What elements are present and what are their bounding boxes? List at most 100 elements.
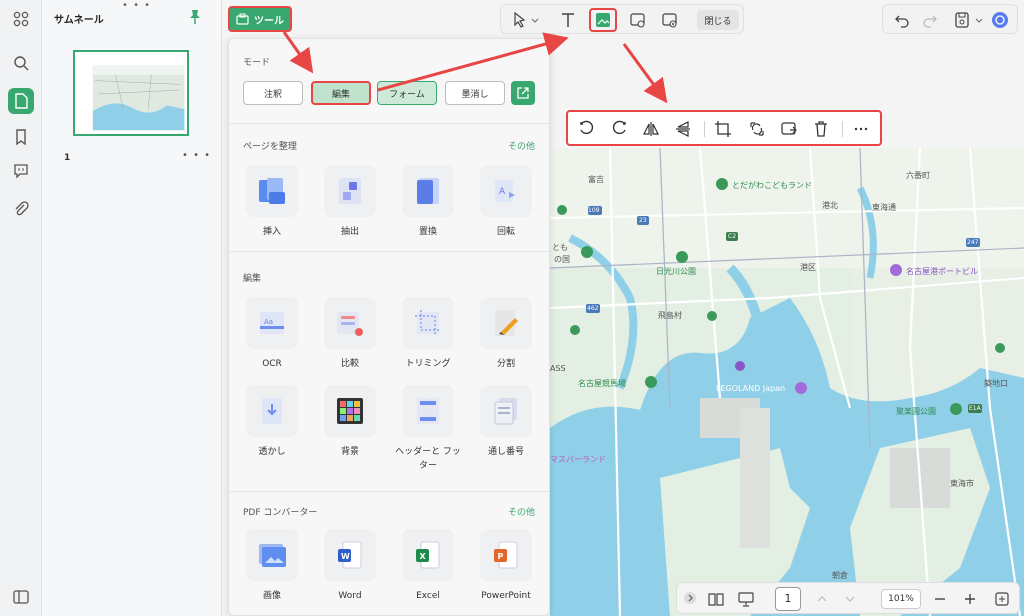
tool-ocr[interactable]: Aa OCR [235,297,309,373]
search-icon[interactable] [8,50,34,76]
map-label: LEGOLAND Japan [716,384,786,393]
road-shield: 462 [587,305,599,312]
mode-redact-button[interactable]: 墨消し [445,81,505,105]
road-shield: C2 [728,233,737,240]
bookmark-icon[interactable] [8,124,34,150]
tool-bates-numbering[interactable]: 通し番号 [469,385,543,461]
fit-page-icon[interactable] [993,590,1011,608]
tool-insert[interactable]: 挿入 [235,165,309,241]
mode-edit-button[interactable]: 編集 [311,81,371,105]
tool-trim[interactable]: トリミング [391,297,465,373]
section-divider [229,491,549,492]
road-shield: 247 [967,239,979,246]
rotate-left-icon[interactable] [578,120,596,138]
replace-pages-icon [417,178,439,204]
page-more-icon[interactable]: • • • [182,150,211,161]
convert-excel[interactable]: X Excel [391,529,465,605]
powerpoint-file-icon: P [494,541,518,569]
page-thumbnail-icon[interactable] [8,88,34,114]
delete-icon[interactable] [812,120,830,138]
rotate-right-icon[interactable] [610,120,628,138]
page-number-input[interactable]: 1 [775,587,801,611]
tool-compare[interactable]: 比較 [313,297,387,373]
convert-image[interactable]: 画像 [235,529,309,605]
export-icon [517,87,529,99]
bates-numbering-icon [494,398,517,425]
svg-text:X: X [420,552,427,561]
page-number-label: 1 [64,153,71,163]
page-thumbnail[interactable] [73,50,189,136]
flip-vertical-icon[interactable] [674,120,692,138]
extract-image-icon[interactable] [780,120,798,138]
map-label: とだがわこどもランド [732,181,812,190]
chevron-down-icon[interactable] [975,11,983,29]
mode-export-button[interactable] [511,81,535,105]
image-edit-toolbar [566,110,882,146]
text-tool-icon[interactable] [559,11,577,29]
chevron-down-icon[interactable] [841,590,859,608]
image-edit-icon [596,13,610,27]
left-rail [0,0,42,616]
organize-more-link[interactable]: その他 [508,139,535,152]
zoom-out-icon[interactable] [931,590,949,608]
mode-annotate-button[interactable]: 注釈 [243,81,303,105]
expand-right-icon[interactable] [683,591,697,605]
mode-section-title: モード [243,58,271,68]
image-link-icon[interactable] [629,11,647,29]
sidebar-toggle-icon[interactable] [8,584,34,610]
replace-image-icon[interactable] [748,120,766,138]
excel-file-icon: X [416,541,440,569]
map-label: 六番町 [906,171,930,180]
road-shield: E1A [969,405,981,412]
edit-image-tool-button[interactable] [589,8,617,32]
tool-watermark[interactable]: 透かし [235,385,309,461]
tool-background[interactable]: 背景 [313,385,387,461]
map-label: 築地口 [984,379,1008,388]
reading-mode-icon[interactable] [707,590,725,608]
pin-icon[interactable] [188,9,202,25]
bottom-navigation-bar: 1 101% [676,582,1020,614]
insert-pages-icon [259,178,285,204]
crop-icon[interactable] [714,120,732,138]
comment-search-icon[interactable] [8,158,34,184]
tool-split[interactable]: 分割 [469,297,543,373]
map-label: の国 [554,255,570,264]
zoom-level[interactable]: 101% [881,589,921,609]
presentation-icon[interactable] [737,590,755,608]
svg-text:W: W [341,552,350,561]
convert-word[interactable]: W Word [313,529,387,605]
tool-header-footer[interactable]: ヘッダーと フッター [391,385,465,471]
trim-icon [415,310,441,336]
save-icon[interactable] [953,11,971,29]
organize-section-title: ページを整理 [243,142,297,152]
top-toolbar: 閉じる [500,4,744,34]
grid-apps-icon[interactable] [8,6,34,32]
chevron-down-icon[interactable] [531,11,539,29]
tools-button[interactable]: ツール [228,6,292,32]
undo-icon[interactable] [893,11,911,29]
tool-extract[interactable]: 抽出 [313,165,387,241]
svg-text:A: A [499,187,506,197]
map-label: 日光川公園 [656,267,696,276]
chevron-up-icon[interactable] [813,590,831,608]
flip-horizontal-icon[interactable] [642,120,660,138]
attachment-icon[interactable] [8,196,34,222]
panel-grip-icon[interactable]: • • • [122,0,151,11]
thumbnail-panel: • • • サムネール 1 • • • [42,0,222,616]
tool-replace[interactable]: 置換 [391,165,465,241]
tool-rotate[interactable]: A 回転 [469,165,543,241]
svg-text:P: P [498,552,504,561]
zoom-in-icon[interactable] [961,590,979,608]
section-divider [229,251,549,252]
page-settings-icon[interactable] [661,11,679,29]
close-button[interactable]: 閉じる [697,10,739,30]
map-label: 聚楽園公園 [896,407,936,416]
mode-form-button[interactable]: フォーム [377,81,437,105]
more-icon[interactable] [852,120,870,138]
header-footer-icon [417,398,439,424]
redo-icon[interactable] [921,11,939,29]
convert-powerpoint[interactable]: P PowerPoint [469,529,543,605]
converter-more-link[interactable]: その他 [508,505,535,518]
ai-assistant-icon[interactable] [991,11,1009,29]
select-cursor-icon[interactable] [511,11,529,29]
